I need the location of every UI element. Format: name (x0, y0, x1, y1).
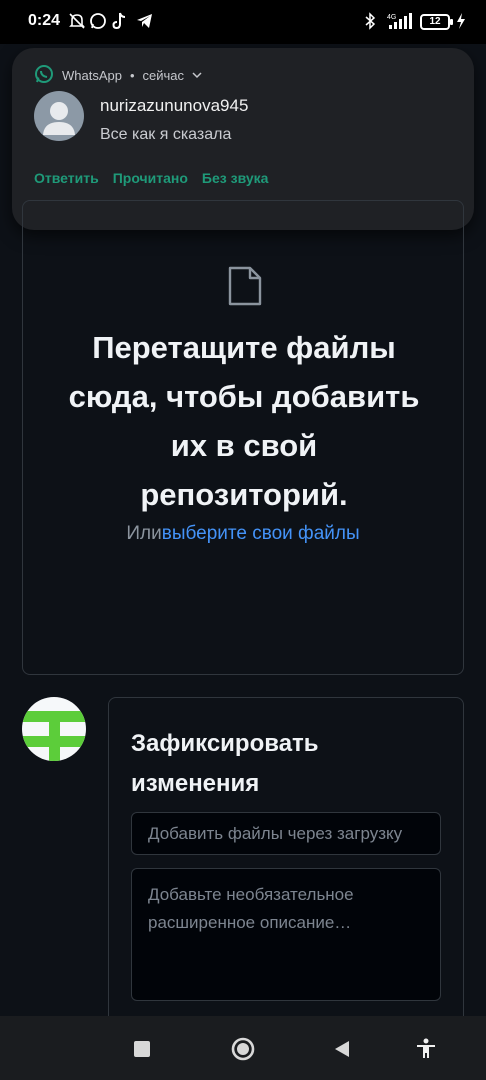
notification-actions: Ответить Прочитано Без звука (34, 170, 268, 186)
whatsapp-icon (34, 64, 54, 87)
chevron-down-icon[interactable] (192, 68, 202, 83)
mute-button[interactable]: Без звука (202, 170, 269, 186)
notification-message: Все как я сказала (100, 126, 232, 143)
bell-muted-icon (68, 10, 86, 32)
choose-files-link[interactable]: выберите свои файлы (162, 523, 360, 544)
signal-icon: 4G (386, 10, 414, 32)
accessibility-icon[interactable] (411, 1034, 441, 1064)
square-icon[interactable] (127, 1034, 157, 1064)
file-dropzone[interactable]: Перетащите файлы сюда, чтобы добавить их… (22, 200, 464, 675)
commit-summary-input[interactable] (131, 812, 441, 855)
dropzone-title: Перетащите файлы сюда, чтобы добавить их… (68, 330, 420, 512)
commit-changes-panel: Зафиксировать изменения (108, 697, 464, 1037)
notification-app-row: WhatsApp • сейчас (34, 64, 202, 87)
commit-title: Зафиксировать изменения (131, 730, 319, 797)
sender-avatar (34, 91, 84, 141)
notification-time: сейчас (142, 68, 185, 83)
whatsapp-status-icon (89, 10, 107, 32)
notification-sender: nurizazununova945 (100, 96, 249, 115)
telegram-icon (136, 10, 154, 32)
charging-icon (456, 10, 466, 32)
tiktok-icon (112, 10, 128, 32)
triangle-back-icon[interactable] (327, 1034, 357, 1064)
dropzone-subtitle: Иливыберите свои файлы (23, 523, 463, 545)
status-bar: 0:24 4G 12 (0, 0, 486, 44)
svg-text:4G: 4G (387, 14, 396, 21)
notification-app-name: WhatsApp (62, 68, 122, 83)
bluetooth-icon (364, 10, 376, 32)
battery-indicator: 12 (420, 14, 453, 30)
mark-read-button[interactable]: Прочитано (113, 170, 188, 186)
file-icon (227, 265, 263, 312)
system-nav-bar (0, 1016, 486, 1080)
reply-button[interactable]: Ответить (34, 170, 99, 186)
user-avatar (22, 697, 86, 761)
commit-description-input[interactable] (131, 868, 441, 1001)
status-time: 0:24 (28, 12, 61, 29)
dropzone-or-text: Или (126, 523, 162, 544)
circle-icon[interactable] (228, 1034, 258, 1064)
